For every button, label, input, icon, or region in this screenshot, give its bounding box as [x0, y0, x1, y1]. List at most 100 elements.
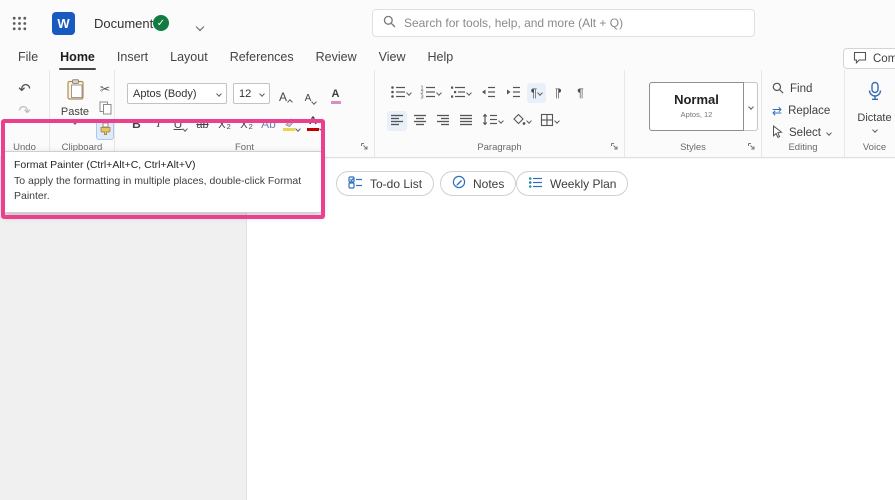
font-color-chevron-icon: [319, 126, 325, 132]
superscript-button[interactable]: X2: [237, 111, 256, 131]
tab-insert[interactable]: Insert: [106, 47, 159, 70]
line-spacing-button[interactable]: [479, 111, 506, 131]
find-button[interactable]: Find: [772, 80, 812, 98]
select-label: Select: [789, 127, 821, 139]
grow-font-arrow-icon: [287, 98, 293, 105]
borders-button[interactable]: [537, 111, 562, 131]
grow-font-button[interactable]: A: [276, 84, 295, 105]
shading-bucket-icon: [512, 113, 526, 129]
search-bar[interactable]: [372, 9, 755, 37]
document-title[interactable]: Document: [94, 16, 153, 31]
styles-dialog-launcher[interactable]: [746, 141, 757, 152]
bullet-list-chevron-icon: [406, 90, 412, 96]
paste-button[interactable]: Paste: [57, 79, 93, 141]
notes-chip-label: Notes: [473, 176, 505, 191]
comments-button-label: Comments: [873, 52, 895, 65]
tab-layout[interactable]: Layout: [159, 47, 219, 70]
font-size-combobox[interactable]: 12: [233, 83, 270, 104]
style-normal-card[interactable]: Normal Aptos, 12: [649, 82, 744, 131]
undo-button[interactable]: ↶: [17, 81, 32, 98]
numbered-list-button[interactable]: 123: [417, 83, 444, 103]
search-input[interactable]: [404, 16, 744, 30]
app-launcher-icon[interactable]: [11, 15, 27, 31]
align-left-button[interactable]: [387, 111, 407, 131]
font-name-combobox[interactable]: Aptos (Body): [127, 83, 227, 104]
weekly-plan-chip-label: Weekly Plan: [550, 176, 617, 191]
comments-button[interactable]: Comments: [843, 48, 895, 69]
highlight-chevron-icon: [295, 126, 301, 132]
dictate-label: Dictate: [857, 112, 892, 124]
shrink-font-button[interactable]: A: [301, 84, 320, 105]
paragraph-dialog-launcher[interactable]: [609, 141, 620, 152]
justify-button[interactable]: [456, 111, 476, 131]
weekly-plan-chip[interactable]: Weekly Plan: [516, 171, 629, 196]
show-marks-icon: ¶: [577, 86, 584, 100]
text-effects-icon: Ab: [261, 117, 276, 131]
notes-chip[interactable]: Notes: [440, 171, 517, 196]
subscript-button[interactable]: X2: [215, 111, 234, 131]
replace-button[interactable]: ⇄ Replace: [772, 102, 830, 120]
tab-file[interactable]: File: [7, 47, 49, 70]
rtl-paragraph-icon: ¶: [555, 86, 562, 100]
change-case-button[interactable]: A: [326, 84, 345, 104]
todo-list-chip-label: To-do List: [370, 176, 423, 191]
tab-help[interactable]: Help: [417, 47, 465, 70]
ribbon: ↶ ↷ Undo Paste ✂ Clipboard Aptos (Body) …: [0, 70, 895, 158]
font-dialog-launcher[interactable]: [359, 141, 370, 152]
word-logo-icon[interactable]: W: [52, 12, 75, 35]
left-to-right-paragraph-button[interactable]: ¶: [527, 83, 546, 103]
find-label: Find: [790, 83, 813, 95]
format-painter-button[interactable]: [96, 121, 114, 140]
increase-indent-button[interactable]: [502, 83, 524, 103]
borders-icon: [540, 113, 554, 130]
text-effects-button[interactable]: Ab: [259, 111, 278, 131]
align-center-button[interactable]: [410, 111, 430, 131]
autosave-status-icon[interactable]: ✓: [153, 15, 169, 31]
shading-button[interactable]: [509, 111, 534, 131]
dictate-button[interactable]: [845, 81, 895, 104]
paste-chevron-icon: [72, 119, 78, 125]
cut-button[interactable]: ✂: [96, 79, 114, 98]
tab-references[interactable]: References: [219, 47, 305, 70]
tab-home[interactable]: Home: [49, 47, 106, 70]
align-right-button[interactable]: [433, 111, 453, 131]
ribbon-group-paragraph: 123 ¶ ¶ ¶ Paragraph: [375, 70, 625, 157]
select-button[interactable]: Select: [772, 124, 832, 142]
show-formatting-marks-button[interactable]: ¶: [571, 83, 590, 103]
todo-list-chip[interactable]: To-do List: [336, 171, 435, 196]
right-to-left-paragraph-button[interactable]: ¶: [549, 83, 568, 103]
ribbon-group-font: Aptos (Body) 12 A A A B I U ab X2 X2 Ab …: [115, 70, 375, 157]
bullet-list-button[interactable]: [387, 83, 414, 103]
strikethrough-button[interactable]: ab: [193, 111, 212, 131]
copy-icon: [99, 101, 112, 118]
styles-chevron-icon: [747, 103, 754, 110]
highlight-color-button[interactable]: [281, 111, 302, 132]
ribbon-group-undo: ↶ ↷ Undo: [0, 70, 50, 157]
numbered-list-chevron-icon: [436, 90, 442, 96]
font-color-button[interactable]: A: [305, 111, 326, 132]
dictate-chevron-icon[interactable]: [845, 127, 895, 133]
replace-label: Replace: [788, 105, 831, 117]
ribbon-group-editing: Find ⇄ Replace Select Editing: [762, 70, 845, 157]
svg-text:3: 3: [421, 94, 424, 99]
bold-button[interactable]: B: [127, 111, 146, 131]
styles-gallery-chevron-button[interactable]: [744, 82, 758, 131]
redo-button[interactable]: ↷: [17, 103, 32, 120]
paste-clipboard-icon: [66, 79, 85, 103]
decrease-indent-icon: [480, 85, 496, 102]
comment-bubble-icon: [853, 51, 867, 67]
paste-label: Paste: [60, 106, 90, 118]
underline-button[interactable]: U: [171, 111, 190, 132]
style-name: Normal: [674, 92, 719, 107]
title-chevron-down-icon[interactable]: [195, 19, 205, 33]
italic-button[interactable]: I: [149, 111, 168, 131]
copy-button[interactable]: [96, 100, 114, 119]
tab-view[interactable]: View: [368, 47, 417, 70]
shrink-font-arrow-icon: [311, 98, 318, 105]
multilevel-list-icon: [450, 85, 466, 102]
decrease-indent-button[interactable]: [477, 83, 499, 103]
underline-icon: U: [173, 117, 183, 131]
tab-review[interactable]: Review: [305, 47, 368, 70]
multilevel-list-button[interactable]: [447, 83, 474, 103]
align-left-icon: [390, 114, 404, 129]
